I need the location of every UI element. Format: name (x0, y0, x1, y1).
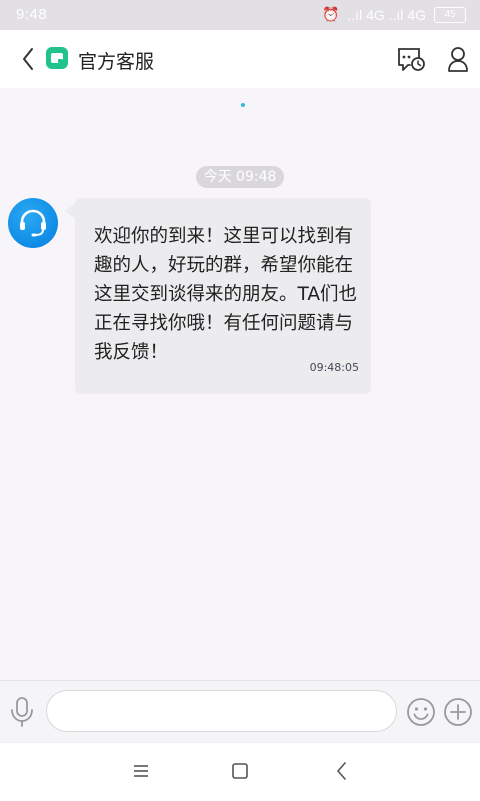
message-bubble[interactable]: 欢迎你的到来！这里可以找到有趣的人，好玩的群，希望你能在这里交到谈得来的朋友。T… (75, 198, 371, 394)
status-time: 9:48 (16, 6, 48, 23)
chat-history-icon[interactable] (396, 46, 426, 72)
chat-area[interactable]: 今天 09:48 欢迎你的到来！这里可以找到有趣的人，好玩的群，希望你能在这里交… (0, 88, 480, 680)
status-right: ⏰ ..ıl 4G ..ıl 4G 45 (322, 6, 466, 23)
battery-icon: 45 (434, 6, 466, 23)
menu-icon[interactable] (131, 761, 151, 781)
date-divider: 今天 09:48 (196, 166, 284, 188)
emoji-icon[interactable] (405, 696, 437, 728)
plus-icon[interactable] (442, 696, 474, 728)
home-icon[interactable] (230, 761, 250, 781)
status-bar: 9:48 ⏰ ..ıl 4G ..ıl 4G 45 (0, 0, 480, 30)
system-nav-bar (0, 742, 480, 801)
alarm-icon: ⏰ (321, 6, 340, 22)
microphone-icon[interactable] (9, 695, 35, 729)
message-time: 09:48:05 (309, 361, 359, 374)
back-icon[interactable] (18, 45, 38, 73)
profile-icon[interactable] (446, 45, 470, 73)
message-input[interactable] (46, 690, 397, 732)
loading-indicator (241, 103, 245, 107)
avatar[interactable] (8, 198, 58, 248)
customer-service-icon (20, 209, 46, 237)
app-logo-icon (46, 47, 68, 69)
nav-back-icon[interactable] (332, 759, 352, 783)
title-bar: 官方客服 (0, 30, 480, 88)
input-bar (0, 680, 480, 743)
signal-icon: ..ıl 4G ..ıl 4G (347, 6, 426, 23)
page-title: 官方客服 (78, 51, 155, 73)
message-text: 欢迎你的到来！这里可以找到有趣的人，好玩的群，希望你能在这里交到谈得来的朋友。T… (94, 226, 358, 363)
